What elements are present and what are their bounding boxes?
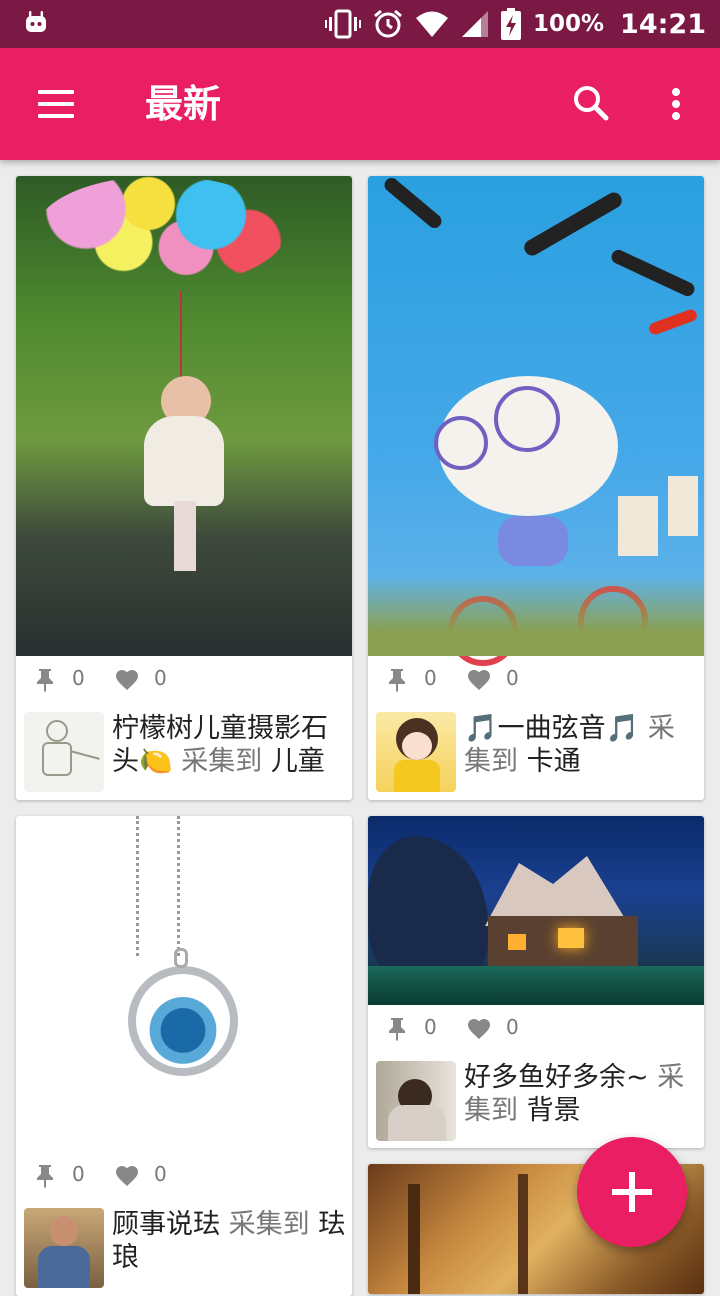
pin-description: 顾事说珐 采集到 珐琅 — [112, 1208, 346, 1274]
pin-card[interactable]: 0 0 🎵一曲弦音🎵 采集到 卡通 — [368, 176, 704, 800]
search-icon — [574, 86, 609, 121]
like-count: 0 — [506, 666, 519, 690]
battery-percent: 100% — [532, 11, 605, 37]
more-options-button[interactable] — [650, 76, 702, 132]
heart-icon[interactable] — [468, 670, 490, 690]
signal-icon — [461, 11, 488, 37]
pin-title: 顾事说珐 — [112, 1209, 220, 1240]
board-link[interactable]: 儿童 — [271, 746, 325, 777]
card-meta: 🎵一曲弦音🎵 采集到 卡通 — [376, 712, 696, 794]
pin-icon — [37, 1165, 53, 1188]
card-meta: 柠檬树儿童摄影石头🍋 采集到 儿童 — [24, 712, 344, 794]
collect-label: 采集到 — [228, 1209, 310, 1240]
like-count: 0 — [154, 666, 167, 690]
avatar[interactable] — [24, 712, 104, 792]
heart-icon[interactable] — [116, 1166, 138, 1186]
pin-icon — [37, 669, 53, 692]
add-button[interactable] — [577, 1137, 687, 1247]
card-meta: 好多鱼好多余~ 采集到 背景 — [376, 1061, 696, 1143]
heart-icon[interactable] — [116, 670, 138, 690]
page-title: 最新 — [145, 82, 222, 126]
pin-description: 好多鱼好多余~ 采集到 背景 — [464, 1061, 698, 1127]
wifi-icon — [415, 11, 448, 37]
clock: 14:21 — [620, 8, 706, 40]
heart-icon[interactable] — [468, 1019, 490, 1039]
pin-icon — [389, 669, 405, 692]
app-bar: 最新 — [0, 48, 720, 160]
search-button[interactable] — [566, 78, 618, 130]
status-bar: 100% 14:21 — [0, 0, 720, 48]
pin-card[interactable]: 0 0 好多鱼好多余~ 采集到 背景 — [368, 816, 704, 1148]
pin-count: 0 — [424, 666, 437, 690]
card-stats: 0 0 — [16, 1152, 352, 1200]
vibrate-icon — [324, 9, 361, 39]
pin-card[interactable]: 0 0 柠檬树儿童摄影石头🍋 采集到 儿童 — [16, 176, 352, 800]
battery-charging-icon — [500, 8, 521, 40]
pin-description: 柠檬树儿童摄影石头🍋 采集到 儿童 — [112, 712, 346, 778]
avatar[interactable] — [24, 1208, 104, 1288]
pin-image[interactable] — [368, 816, 704, 1005]
like-count: 0 — [154, 1162, 167, 1186]
pin-image[interactable] — [16, 816, 352, 1152]
card-stats: 0 0 — [16, 656, 352, 704]
pin-title: 🎵一曲弦音🎵 — [464, 713, 640, 744]
card-meta: 顾事说珐 采集到 珐琅 — [24, 1208, 346, 1290]
pin-count: 0 — [72, 666, 85, 690]
pin-description: 🎵一曲弦音🎵 采集到 卡通 — [464, 712, 698, 778]
pin-count: 0 — [72, 1162, 85, 1186]
board-link[interactable]: 背景 — [527, 1095, 581, 1126]
pin-image[interactable] — [16, 176, 352, 656]
menu-button[interactable] — [24, 76, 80, 132]
card-stats: 0 0 — [368, 1005, 704, 1053]
pin-card[interactable]: 0 0 顾事说珐 采集到 珐琅 — [16, 816, 352, 1296]
card-stats: 0 0 — [368, 656, 704, 704]
board-link[interactable]: 卡通 — [527, 746, 581, 777]
avatar[interactable] — [376, 712, 456, 792]
pin-icon — [389, 1018, 405, 1041]
pin-image[interactable] — [368, 176, 704, 666]
collect-label: 采集到 — [181, 746, 263, 777]
alarm-icon — [374, 9, 402, 38]
like-count: 0 — [506, 1015, 519, 1039]
avatar[interactable] — [376, 1061, 456, 1141]
pin-count: 0 — [424, 1015, 437, 1039]
android-icon — [26, 11, 46, 32]
pin-title: 好多鱼好多余~ — [464, 1062, 649, 1093]
pin-title-suffix: 🍋 — [139, 746, 173, 777]
